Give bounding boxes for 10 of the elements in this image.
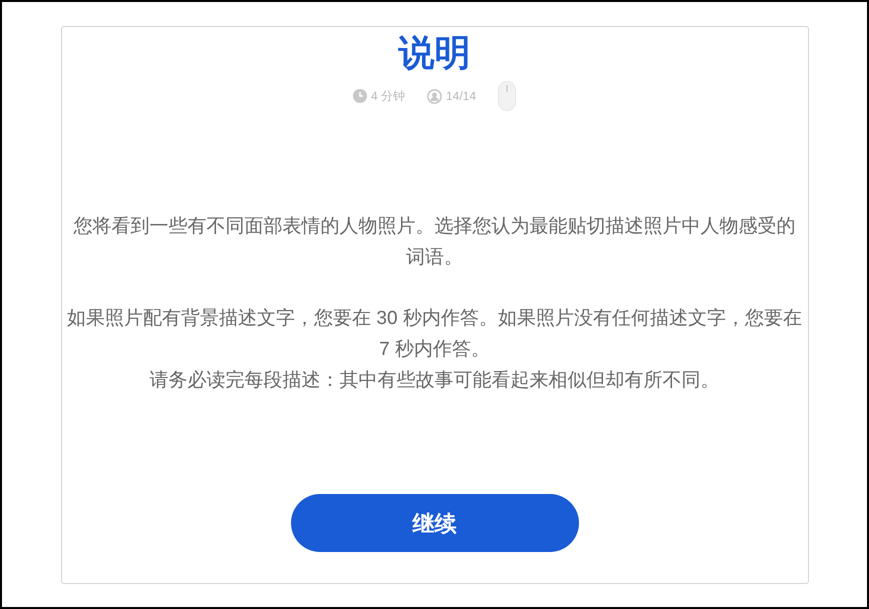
continue-button[interactable]: 继续 — [290, 494, 578, 552]
clock-icon — [352, 89, 367, 103]
instruction-paragraph: 如果照片配有背景描述文字，您要在 30 秒内作答。如果照片没有任何描述文字，您要在 7 秒内作答。 — [66, 307, 803, 362]
instruction-paragraph: 您将看到一些有不同面部表情的人物照片。选择您认为最能贴切描述照片中人物感受的词语。 — [72, 215, 796, 270]
mouse-icon — [498, 81, 516, 111]
duration-text: 4 分钟 — [370, 88, 405, 105]
user-icon — [426, 88, 442, 104]
instruction-paragraph: 请务必读完每段描述：其中有些故事可能看起来相似但却有所不同。 — [150, 369, 720, 393]
page-title: 说明 — [398, 31, 470, 75]
progress-text: 14/14 — [446, 88, 476, 105]
